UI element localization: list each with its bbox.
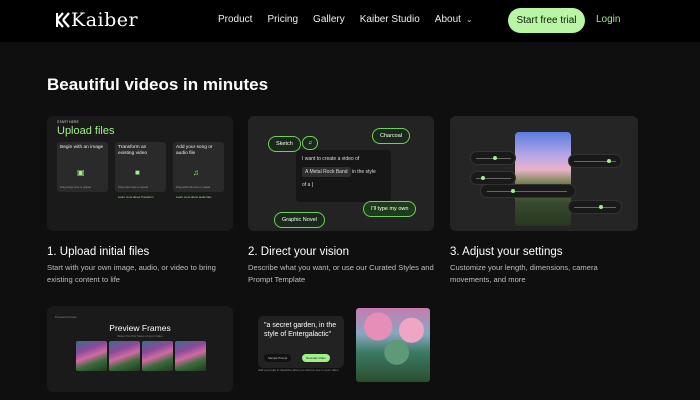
upload-option-image: Begin with an image ▣ Drag image here or… xyxy=(57,142,108,192)
step-1-title: 1. Upload initial files xyxy=(47,246,150,258)
upload-option-label: Transform an existing video xyxy=(118,145,148,156)
preview-frame-thumb xyxy=(109,341,140,371)
direct-vision-preview: Sketch ♫ Charcoal I want to create a vid… xyxy=(248,116,434,231)
upload-option-label: Begin with an image xyxy=(60,145,104,150)
generate-video-button: Generate Video xyxy=(302,354,330,362)
adjust-settings-preview xyxy=(450,116,638,231)
video-icon: ■ xyxy=(135,168,140,177)
nav-about-label: About xyxy=(434,14,461,25)
kaiber-logo[interactable]: Kaiber xyxy=(55,9,139,31)
login-link[interactable]: Login xyxy=(596,14,620,25)
step-3-desc: Customize your length, dimensions, camer… xyxy=(450,263,598,284)
preview-frame-thumb xyxy=(76,341,107,371)
upload-option-video: Transform an existing video ■ Drag video… xyxy=(115,142,166,199)
settings-slider xyxy=(568,154,622,168)
prompt-line-1: I want to create a video of xyxy=(302,156,360,162)
logo-mark-icon xyxy=(55,11,70,29)
top-nav: Kaiber Product Pricing Gallery Kaiber St… xyxy=(0,0,700,42)
nav-kaiber-studio[interactable]: Kaiber Studio xyxy=(360,14,420,25)
upload-option-link: Learn more about Transform xyxy=(118,195,154,199)
nav-gallery[interactable]: Gallery xyxy=(313,14,345,25)
preview-frames-subtitle: Select the first frame of your video xyxy=(117,334,163,338)
settings-slider xyxy=(470,151,516,165)
step-1-desc: Start with your own image, audio, or vid… xyxy=(47,263,216,284)
preview-frames-card: Preview Frames Preview Frames Select the… xyxy=(47,306,233,392)
upload-option-audio: Add your song or audio file ♫ Drag audio… xyxy=(173,142,224,199)
prompt-note: Add a prompt to describe what you want t… xyxy=(258,368,339,372)
prompt-line-2: in the style xyxy=(351,169,376,175)
music-note-icon: ♫ xyxy=(302,136,319,150)
preview-frames-title: Preview Frames xyxy=(109,323,171,333)
upload-option-hint: Drag image here or upload xyxy=(60,186,91,189)
step-2-desc: Describe what you want, or use our Curat… xyxy=(248,263,434,284)
chevron-down-icon: ⌄ xyxy=(465,15,473,24)
style-pill-charcoal: Charcoal xyxy=(372,128,411,144)
upload-eyebrow: START HERE xyxy=(57,120,79,124)
nav-pricing[interactable]: Pricing xyxy=(267,14,298,25)
upload-option-link: Learn more about audio files xyxy=(176,195,212,199)
settings-slider xyxy=(568,200,622,214)
prompt-template: I want to create a video of A Metal Rock… xyxy=(296,150,391,202)
upload-option-hint: Drag video here or upload xyxy=(118,186,148,189)
prompt-subject: A Metal Rock Band xyxy=(302,167,351,177)
image-icon: ▣ xyxy=(77,168,85,177)
start-free-trial-button[interactable]: Start free trial xyxy=(508,8,585,33)
step-2-title: 2. Direct your vision xyxy=(248,246,349,258)
settings-slider xyxy=(480,184,576,198)
upload-files-preview: START HERE Upload files Begin with an im… xyxy=(47,116,233,231)
prompt-example-card: "a secret garden, in the style of Enterg… xyxy=(248,306,434,392)
preview-image xyxy=(515,132,571,226)
upload-option-hint: Drag audio file here or upload xyxy=(176,186,211,189)
nav-about[interactable]: About ⌄ xyxy=(435,14,473,25)
step-3-title: 3. Adjust your settings xyxy=(450,246,563,258)
style-pill-graphic-novel: Graphic Novel xyxy=(274,212,325,228)
preview-frame-thumb xyxy=(142,341,173,371)
prompt-line-3: of a xyxy=(302,182,311,188)
prompt-quote: "a secret garden, in the style of Enterg… xyxy=(264,322,337,338)
logo-text: Kaiber xyxy=(71,9,139,31)
sample-prompt-button: Sample Prompt xyxy=(264,354,292,362)
style-pill-sketch: Sketch xyxy=(268,136,301,152)
nav-product[interactable]: Product xyxy=(218,14,252,25)
upload-option-label: Add your song or audio file xyxy=(176,145,213,156)
upload-title: Upload files xyxy=(57,125,115,137)
style-pill-type-own: I'll type my own xyxy=(363,201,417,217)
prompt-box: "a secret garden, in the style of Enterg… xyxy=(258,316,344,368)
music-icon: ♫ xyxy=(193,168,199,177)
page-title: Beautiful videos in minutes xyxy=(47,75,269,94)
preview-frames-header: Preview Frames xyxy=(55,315,77,319)
settings-slider xyxy=(470,171,516,185)
secret-garden-image xyxy=(356,308,430,382)
preview-frame-thumb xyxy=(175,341,206,371)
